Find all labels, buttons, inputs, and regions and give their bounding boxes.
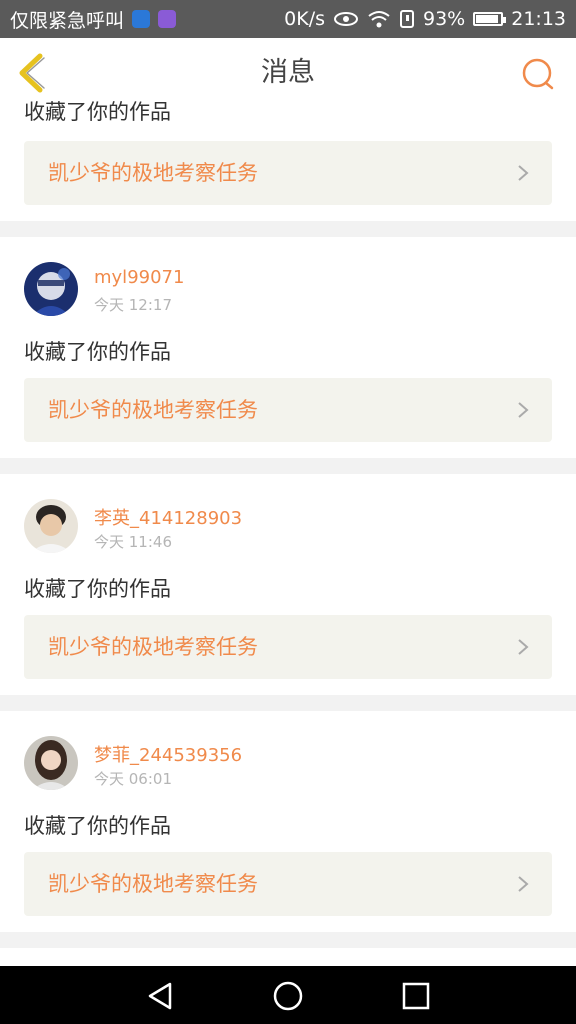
battery-icon	[473, 12, 507, 26]
message-list: 收藏了你的作品 凯少爷的极地考察任务 myl99071 今天 12:17 收藏了…	[0, 100, 576, 988]
action-text: 收藏了你的作品	[24, 100, 171, 124]
avatar[interactable]	[24, 262, 78, 316]
navigation-bar	[0, 966, 576, 1024]
avatar[interactable]	[24, 499, 78, 553]
network-speed: 0K/s	[284, 8, 325, 30]
status-bar: 仅限紧急呼叫 0K/s 93% 21:13	[0, 0, 576, 38]
list-item: 李英_414128903 今天 11:46 收藏了你的作品 凯少爷的极地考察任务	[0, 474, 576, 695]
avatar[interactable]	[24, 736, 78, 790]
recents-square-icon[interactable]	[400, 980, 432, 1012]
username[interactable]: 梦菲_244539356	[94, 741, 242, 767]
task-title: 凯少爷的极地考察任务	[48, 635, 258, 659]
username[interactable]: myl99071	[94, 267, 184, 288]
timestamp: 今天 11:46	[94, 533, 172, 551]
timestamp: 今天 06:01	[94, 770, 172, 788]
sim-icon	[400, 10, 414, 28]
task-link[interactable]: 凯少爷的极地考察任务	[24, 378, 552, 442]
task-link[interactable]: 凯少爷的极地考察任务	[24, 141, 552, 205]
divider	[0, 458, 576, 474]
chevron-right-icon	[518, 639, 529, 655]
clock: 21:13	[511, 8, 566, 30]
task-title: 凯少爷的极地考察任务	[48, 872, 258, 896]
action-text: 收藏了你的作品	[24, 340, 171, 364]
app-notification-icon	[158, 10, 177, 28]
task-link[interactable]: 凯少爷的极地考察任务	[24, 852, 552, 916]
eye-icon	[334, 12, 358, 26]
search-icon[interactable]	[520, 56, 556, 92]
app-notification-icon	[132, 10, 151, 28]
action-text: 收藏了你的作品	[24, 577, 171, 601]
list-item: myl99071 今天 12:17 收藏了你的作品 凯少爷的极地考察任务	[0, 237, 576, 458]
chevron-right-icon	[518, 402, 529, 418]
divider	[0, 932, 576, 948]
username[interactable]: 李英_414128903	[94, 504, 242, 530]
list-item: 收藏了你的作品 凯少爷的极地考察任务	[0, 100, 576, 221]
divider	[0, 695, 576, 711]
carrier-text: 仅限紧急呼叫	[10, 9, 125, 32]
divider	[0, 221, 576, 237]
action-text: 收藏了你的作品	[24, 814, 171, 838]
task-link[interactable]: 凯少爷的极地考察任务	[24, 615, 552, 679]
chevron-right-icon	[518, 165, 529, 181]
task-title: 凯少爷的极地考察任务	[48, 161, 258, 185]
wifi-icon	[368, 11, 390, 28]
task-title: 凯少爷的极地考察任务	[48, 398, 258, 422]
chevron-right-icon	[518, 876, 529, 892]
battery-percent: 93%	[423, 8, 466, 30]
back-triangle-icon[interactable]	[144, 980, 176, 1012]
timestamp: 今天 12:17	[94, 296, 172, 314]
list-item: 梦菲_244539356 今天 06:01 收藏了你的作品 凯少爷的极地考察任务	[0, 711, 576, 932]
home-circle-icon[interactable]	[272, 980, 304, 1012]
